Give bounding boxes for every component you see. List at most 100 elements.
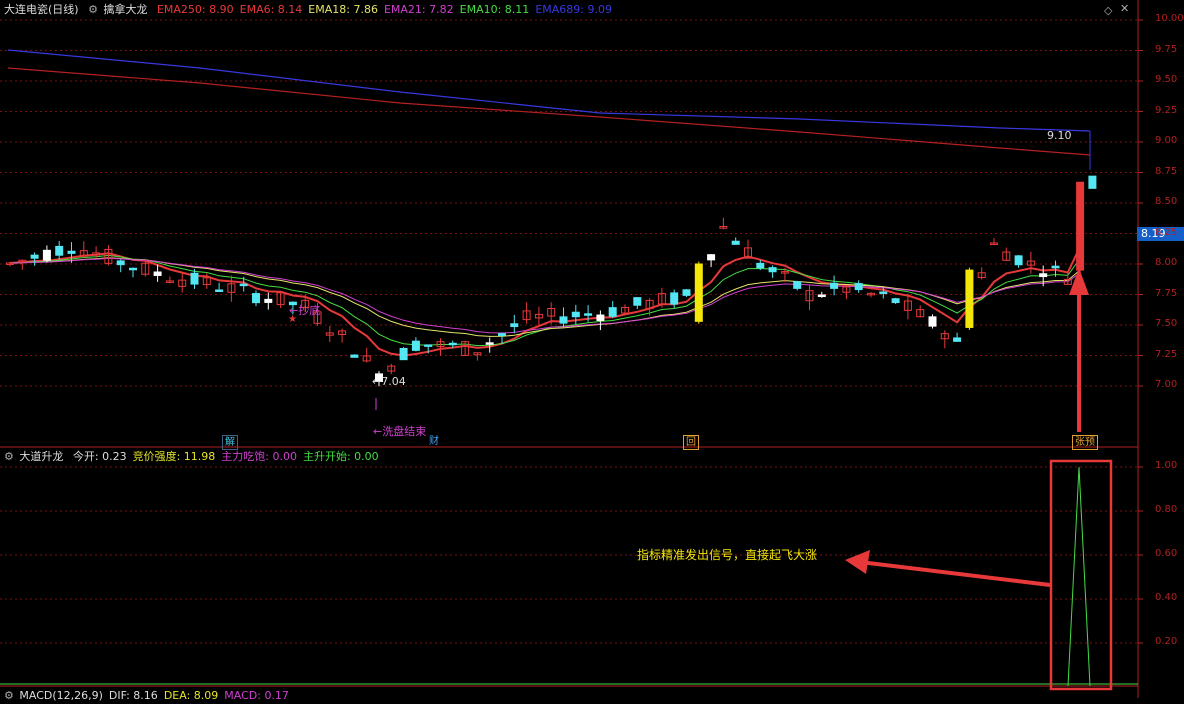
main-header: 大连电瓷(日线) ⚙ 擒拿大龙 EMA250: 8.90 EMA6: 8.14 EM… — [4, 2, 624, 18]
signal-spike — [1067, 466, 1091, 687]
candle-body — [485, 342, 494, 345]
price-tick-label: 8.50 — [1155, 196, 1178, 207]
price-tick-label: 7.00 — [1155, 379, 1178, 390]
sub-value-3: 主升开始: 0.00 — [302, 450, 379, 463]
ema689-line — [7, 49, 1091, 132]
candle-body — [694, 263, 703, 322]
event-tag-hui[interactable]: 回 — [683, 435, 699, 450]
ema-value-0: EMA250: 8.90 — [156, 3, 234, 16]
candle-body — [928, 316, 937, 327]
wash-end-label: ←洗盘结束 — [373, 425, 427, 438]
ema-list: EMA250: 8.90 EMA6: 8.14 EMA18: 7.86 EMA21: … — [157, 3, 618, 16]
candle-body — [830, 282, 839, 289]
candle-body — [30, 254, 39, 259]
price-tick-label: 9.00 — [1155, 135, 1178, 146]
candle-body — [42, 249, 51, 261]
macd-value-1: DIF: 8.16 — [108, 689, 158, 702]
candle-body — [1051, 265, 1060, 269]
price-tick-label: 7.50 — [1155, 318, 1178, 329]
candle-body — [633, 297, 642, 306]
candle-body — [350, 354, 359, 358]
candle-body — [608, 307, 617, 317]
candle-body — [239, 283, 248, 287]
sub-value-0: 今开: 0.23 — [72, 450, 127, 463]
candle-body — [411, 340, 420, 351]
candle-body — [793, 281, 802, 289]
sub-header: ⚙ 大道升龙 今开: 0.23 竞价强度: 11.98 主力吃饱: 0.00 主升开始… — [4, 449, 391, 465]
ema-value-5: EMA689: 9.09 — [535, 3, 612, 16]
macd-value-2: DEA: 8.09 — [163, 689, 219, 702]
signal-annotation: 指标精准发出信号，直接起飞大涨 — [637, 548, 818, 562]
candle-body — [756, 262, 765, 269]
candle-body — [596, 314, 605, 321]
surge-arrow-head — [1069, 268, 1089, 295]
price-tick-label: 9.25 — [1155, 104, 1178, 116]
ema-value-2: EMA18: 7.86 — [308, 3, 378, 16]
price-tick-label: 9.75 — [1155, 43, 1178, 55]
signal-arrow — [859, 560, 1051, 587]
candle-body — [891, 298, 900, 304]
event-tag-cai[interactable]: 财 — [427, 435, 441, 448]
candle-body — [1088, 175, 1097, 189]
sub-tick-label: 0.80 — [1155, 504, 1178, 515]
macd-header: ⚙ MACD(12,26,9) DIF: 8.16 DEA: 8.09 MACD: 0… — [4, 688, 301, 704]
candle-body — [1039, 273, 1048, 278]
sub-tick-label: 0.20 — [1155, 636, 1178, 647]
star-icon: ★ — [288, 314, 297, 325]
candle-body — [559, 316, 568, 324]
ema-value-3: EMA21: 7.82 — [383, 3, 454, 16]
stock-title[interactable]: 大连电瓷(日线) — [4, 3, 79, 16]
candle-body — [817, 294, 826, 297]
signal-highlight-box — [1049, 459, 1113, 691]
event-tag-jie[interactable]: 解 — [222, 435, 238, 450]
price-tick-label: 8.75 — [1155, 165, 1178, 177]
ema-value-1: EMA6: 8.14 — [239, 3, 303, 16]
candle-body — [55, 245, 64, 256]
chart-canvas — [0, 0, 1143, 698]
candle-body — [252, 293, 260, 304]
price-tick-label: 8.25 — [1155, 226, 1178, 238]
candle-body — [768, 267, 777, 273]
candle-body — [953, 337, 962, 342]
low-price-label: ←7.04 — [372, 375, 406, 388]
sub-value-1: 竞价强度: 11.98 — [132, 450, 216, 463]
macd-value-3: MACD: 0.17 — [224, 689, 289, 702]
diamond-icon[interactable]: ◇ — [1104, 4, 1112, 17]
candle-body — [682, 289, 691, 296]
event-tag-zhangyu[interactable]: 张预 — [1072, 435, 1098, 450]
sub-indicator-name[interactable]: 大道升龙 — [19, 450, 63, 463]
candle-body — [498, 333, 506, 336]
candle-body — [67, 250, 76, 254]
macd-value-0: MACD(12,26,9) — [19, 689, 103, 702]
candle-body — [190, 272, 199, 285]
candle-body — [1014, 255, 1023, 266]
candle-body — [670, 292, 679, 305]
price-tick-label: 10.00 — [1155, 13, 1184, 24]
candle-body — [707, 254, 716, 261]
indicator-name[interactable]: 擒拿大龙 — [103, 3, 147, 16]
candle-body — [424, 344, 433, 347]
sub-items: 今开: 0.23 竞价强度: 11.98 主力吃饱: 0.00 主升开始: 0.00 — [73, 450, 385, 463]
candle-body — [510, 323, 519, 328]
candle-body — [584, 313, 593, 316]
candle-body — [731, 240, 740, 245]
price-tick-label: 8.00 — [1155, 257, 1178, 268]
close-icon[interactable]: ✕ — [1120, 2, 1129, 15]
candle-body — [571, 311, 580, 318]
candle-body — [854, 283, 863, 291]
high-price-label: 9.10 — [1047, 129, 1072, 142]
gear-icon[interactable]: ⚙ — [4, 689, 14, 702]
candle-body — [879, 291, 888, 294]
candle-body — [399, 348, 408, 361]
candle-body — [448, 342, 457, 346]
gear-icon[interactable]: ⚙ — [4, 450, 14, 463]
gear-icon[interactable]: ⚙ — [88, 3, 98, 16]
candle-body — [264, 298, 273, 303]
price-tick-label: 7.75 — [1155, 287, 1178, 299]
candle-body — [215, 289, 224, 292]
candle-body — [129, 267, 137, 271]
signal-arrow-head — [845, 550, 870, 574]
price-tick-label: 9.50 — [1155, 74, 1178, 85]
macd-items: MACD(12,26,9) DIF: 8.16 DEA: 8.09 MACD: 0.1… — [19, 689, 295, 702]
candle-body — [965, 269, 974, 328]
